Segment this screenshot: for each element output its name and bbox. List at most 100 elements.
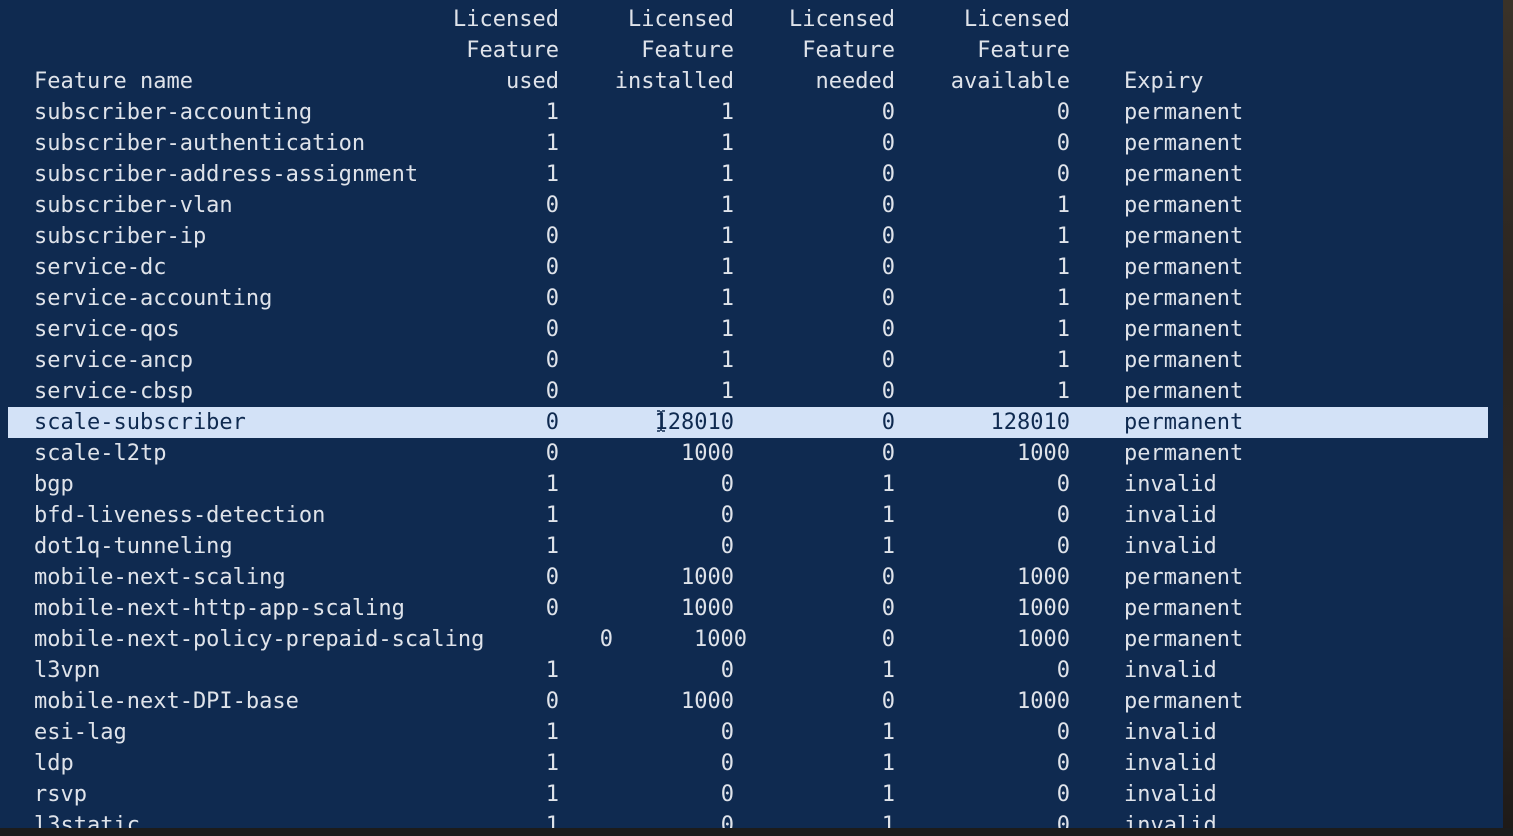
expiry-cell: invalid — [1124, 751, 1217, 776]
table-row[interactable]: bfd-liveness-detection 1 0 1 0 invalid — [0, 500, 1503, 531]
feature-name-cell: subscriber-vlan — [34, 193, 233, 218]
used-cell: 1 — [545, 751, 559, 776]
header-installed-l2: Feature — [641, 38, 734, 63]
table-row[interactable]: subscriber-accounting 1 1 0 0 permanent — [0, 97, 1503, 128]
table-row[interactable]: service-cbsp 0 1 0 1 permanent — [0, 376, 1503, 407]
needed-cell: 1 — [881, 751, 895, 776]
installed-cell: 1 — [720, 286, 734, 311]
table-row[interactable]: service-accounting 0 1 0 1 permanent — [0, 283, 1503, 314]
expiry-cell: permanent — [1124, 255, 1244, 280]
needed-cell: 0 — [881, 410, 895, 435]
feature-name-cell: service-dc — [34, 255, 167, 280]
expiry-cell: invalid — [1124, 720, 1217, 745]
expiry-cell: invalid — [1124, 534, 1217, 559]
installed-cell: 0 — [720, 782, 734, 807]
available-cell: 1 — [1056, 348, 1070, 373]
used-cell: 0 — [545, 317, 559, 342]
feature-name-cell: l3vpn — [34, 658, 101, 683]
table-row[interactable]: ldp 1 0 1 0 invalid — [0, 748, 1503, 779]
table-row[interactable]: scale-l2tp 0 1000 0 1000 permanent — [0, 438, 1503, 469]
expiry-cell: permanent — [1124, 596, 1244, 621]
table-row[interactable]: subscriber-address-assignment 1 1 0 0 permane… — [0, 159, 1503, 190]
table-row[interactable]: dot1q-tunneling 1 0 1 0 invalid — [0, 531, 1503, 562]
used-cell: 0 — [599, 627, 613, 652]
available-cell: 1 — [1056, 193, 1070, 218]
header-used-l1: Licensed — [453, 7, 559, 32]
header-available-l1: Licensed — [964, 7, 1070, 32]
table-row[interactable]: bgp 1 0 1 0 invalid — [0, 469, 1503, 500]
table-row[interactable]: service-qos 0 1 0 1 permanent — [0, 314, 1503, 345]
text-cursor-icon — [657, 410, 665, 432]
table-row[interactable]: mobile-next-http-app-scaling 0 1000 0 1000 pe… — [0, 593, 1503, 624]
table-row[interactable]: mobile-next-scaling 0 1000 0 1000 permanent — [0, 562, 1503, 593]
table-row[interactable]: service-ancp 0 1 0 1 permanent — [0, 345, 1503, 376]
needed-cell: 0 — [881, 224, 895, 249]
installed-cell: 1 — [720, 379, 734, 404]
installed-cell: 0 — [720, 751, 734, 776]
table-row[interactable]: esi-lag 1 0 1 0 invalid — [0, 717, 1503, 748]
available-cell: 0 — [1056, 720, 1070, 745]
installed-cell: 0 — [720, 720, 734, 745]
available-cell: 1000 — [1017, 627, 1070, 652]
used-cell: 0 — [545, 441, 559, 466]
available-cell: 1 — [1056, 224, 1070, 249]
needed-cell: 1 — [881, 813, 895, 828]
table-row[interactable]: l3static 1 0 1 0 invalid — [0, 810, 1503, 828]
used-cell: 1 — [545, 503, 559, 528]
table-row[interactable]: subscriber-vlan 0 1 0 1 permanent — [0, 190, 1503, 221]
needed-cell: 1 — [881, 720, 895, 745]
feature-name-cell: rsvp — [34, 782, 87, 807]
available-cell: 0 — [1056, 782, 1070, 807]
needed-cell: 1 — [881, 658, 895, 683]
available-cell: 0 — [1056, 813, 1070, 828]
used-cell: 0 — [545, 193, 559, 218]
table-row[interactable]: mobile-next-policy-prepaid-scaling 0 1000 0… — [0, 624, 1503, 655]
installed-cell: 1000 — [681, 596, 734, 621]
used-cell: 1 — [545, 100, 559, 125]
available-cell: 0 — [1056, 100, 1070, 125]
feature-name-cell: subscriber-accounting — [34, 100, 313, 125]
feature-name-cell: scale-subscriber — [34, 410, 246, 435]
expiry-cell: permanent — [1124, 286, 1244, 311]
table-row[interactable]: rsvp 1 0 1 0 invalid — [0, 779, 1503, 810]
header-line-3: Feature name used installed needed avail… — [0, 66, 1503, 97]
expiry-cell: invalid — [1124, 503, 1217, 528]
table-row[interactable]: service-dc 0 1 0 1 permanent — [0, 252, 1503, 283]
feature-name-cell: service-qos — [34, 317, 180, 342]
header-available-l2: Feature — [977, 38, 1070, 63]
needed-cell: 0 — [881, 596, 895, 621]
needed-cell: 1 — [881, 534, 895, 559]
feature-name-cell: mobile-next-DPI-base — [34, 689, 299, 714]
available-cell: 1000 — [1017, 689, 1070, 714]
table-row[interactable]: subscriber-ip 0 1 0 1 permanent — [0, 221, 1503, 252]
used-cell: 0 — [545, 689, 559, 714]
used-cell: 0 — [545, 224, 559, 249]
available-cell: 1000 — [1017, 596, 1070, 621]
expiry-cell: permanent — [1124, 565, 1244, 590]
installed-cell: 1 — [720, 348, 734, 373]
table-row[interactable]: mobile-next-DPI-base 0 1000 0 1000 permanent — [0, 686, 1503, 717]
table-row[interactable]: scale-subscriber 0 128010 0 128010 permanent — [0, 407, 1503, 438]
header-used-l3: used — [506, 69, 559, 94]
used-cell: 0 — [545, 410, 559, 435]
table-row[interactable]: subscriber-authentication 1 1 0 0 permanent — [0, 128, 1503, 159]
expiry-cell: invalid — [1124, 658, 1217, 683]
feature-name-cell: scale-l2tp — [34, 441, 167, 466]
terminal-window[interactable]: Licensed Licensed Licensed Licensed Feat… — [0, 0, 1503, 828]
used-cell: 0 — [545, 596, 559, 621]
used-cell: 0 — [545, 348, 559, 373]
installed-cell: 1000 — [681, 689, 734, 714]
available-cell: 1 — [1056, 286, 1070, 311]
used-cell: 1 — [545, 162, 559, 187]
expiry-cell: permanent — [1124, 689, 1244, 714]
expiry-cell: permanent — [1124, 627, 1244, 652]
feature-name-cell: esi-lag — [34, 720, 127, 745]
installed-cell: 0 — [720, 813, 734, 828]
expiry-cell: invalid — [1124, 813, 1217, 828]
feature-name-cell: dot1q-tunneling — [34, 534, 233, 559]
needed-cell: 1 — [881, 472, 895, 497]
available-cell: 0 — [1056, 658, 1070, 683]
used-cell: 1 — [545, 720, 559, 745]
expiry-cell: permanent — [1124, 224, 1244, 249]
table-row[interactable]: l3vpn 1 0 1 0 invalid — [0, 655, 1503, 686]
